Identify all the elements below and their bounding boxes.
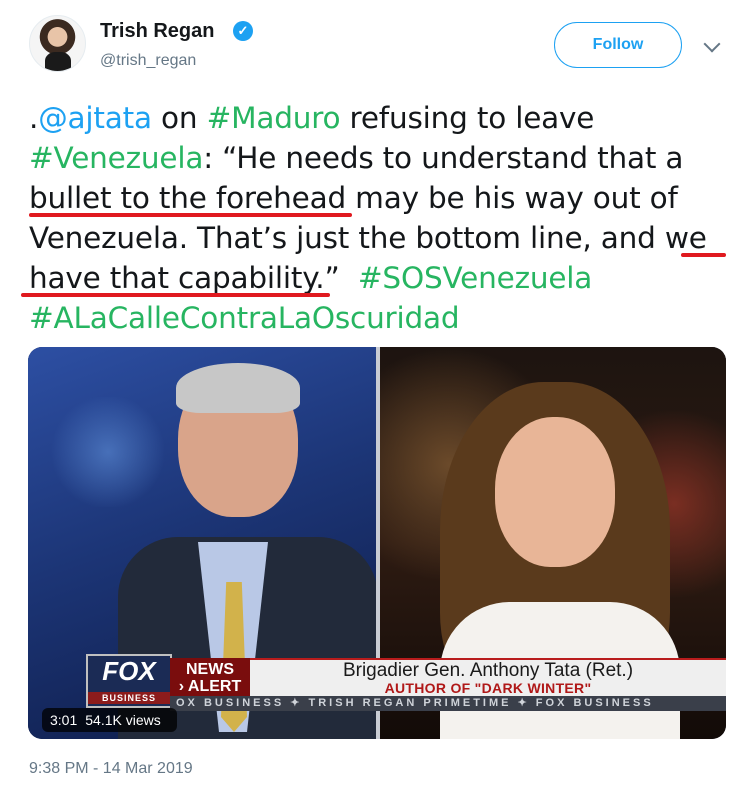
- annotation-underline: [29, 213, 352, 217]
- guest-name: Brigadier Gen. Anthony Tata (Ret.): [342, 660, 634, 681]
- video-stats-badge: 3:01 54.1K views: [42, 708, 177, 732]
- guest-banner: Brigadier Gen. Anthony Tata (Ret.) AUTHO…: [250, 658, 726, 696]
- news-alert-tag: NEWS › ALERT: [170, 658, 250, 696]
- tweet-line-3: bullet to the forehead may be his way ou…: [29, 181, 678, 215]
- video-player[interactable]: FOX BUSINESS NEWS › ALERT Brigadier Gen.…: [28, 347, 726, 739]
- verified-badge-icon: ✓: [233, 21, 253, 41]
- chevron-down-icon[interactable]: [703, 35, 721, 53]
- mention-link[interactable]: @ajtata: [38, 101, 152, 135]
- profile-avatar[interactable]: [29, 15, 86, 72]
- annotation-underline: [681, 253, 726, 257]
- tweet-text-segment: : “He needs to understand that a: [203, 141, 684, 175]
- follow-button[interactable]: Follow: [554, 22, 682, 68]
- tweet-text-segment: .: [29, 101, 39, 135]
- author-name[interactable]: Trish Regan: [100, 20, 214, 43]
- hashtag-link[interactable]: #Maduro: [207, 101, 341, 135]
- tweet-line-1: .@ajtata on #Maduro refusing to leave: [29, 98, 594, 138]
- video-duration: 3:01: [50, 712, 78, 728]
- annotation-underline: [21, 293, 330, 297]
- tweet-quote-end: have that capability.”: [29, 261, 340, 295]
- tweet-text-segment: refusing to leave: [340, 101, 595, 135]
- guest-title: AUTHOR OF "DARK WINTER": [384, 680, 592, 696]
- tweet-timestamp[interactable]: 9:38 PM - 14 Mar 2019: [29, 760, 193, 778]
- tweet-line-5: have that capability.” #SOSVenezuela: [29, 258, 592, 298]
- hashtag-link[interactable]: #Venezuela: [29, 141, 203, 175]
- tweet-line-2: #Venezuela: “He needs to understand that…: [29, 138, 683, 178]
- hashtag-alacallecontralaoscuridad[interactable]: #ALaCalleContraLaOscuridad: [29, 298, 460, 338]
- video-views: 54.1K views: [85, 712, 161, 728]
- fox-business-logo: FOX BUSINESS: [86, 654, 172, 708]
- tweet-text-segment: on: [151, 101, 207, 135]
- news-ticker: OX BUSINESS ✦ TRISH REGAN PRIMETIME ✦ FO…: [170, 696, 726, 711]
- news-lower-third: FOX BUSINESS NEWS › ALERT Brigadier Gen.…: [78, 652, 726, 711]
- author-handle[interactable]: @trish_regan: [100, 52, 196, 70]
- tweet-line-4: Venezuela. That’s just the bottom line, …: [29, 221, 707, 255]
- hashtag-sosvenezuela[interactable]: #SOSVenezuela: [358, 261, 592, 295]
